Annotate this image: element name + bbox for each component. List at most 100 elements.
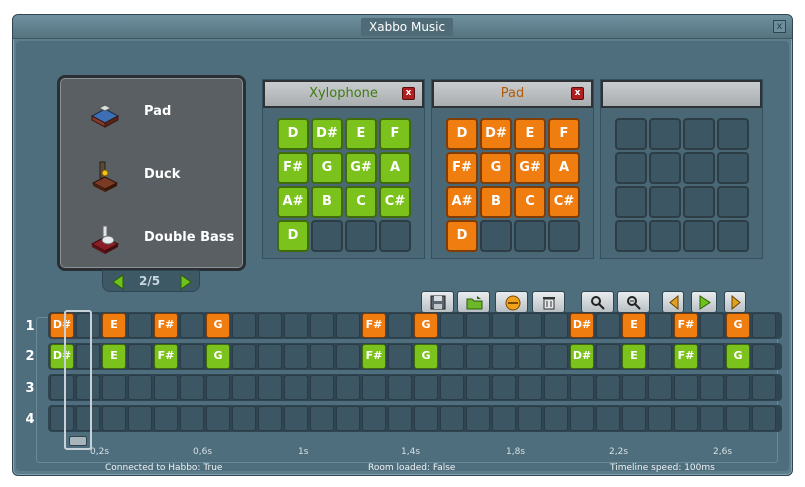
note-key[interactable]: D <box>277 118 309 150</box>
timeline-slot[interactable] <box>466 375 490 400</box>
timeline-note[interactable]: E <box>622 344 646 369</box>
timeline-slot[interactable] <box>128 313 152 338</box>
timeline-slot[interactable] <box>232 344 256 369</box>
timeline-slot[interactable] <box>752 375 776 400</box>
note-key[interactable]: A <box>548 152 580 184</box>
timeline-slot[interactable] <box>206 406 230 431</box>
furni-item-double-bass[interactable]: Double Bass <box>60 214 243 264</box>
timeline-slot[interactable] <box>310 344 334 369</box>
timeline-slot[interactable] <box>388 375 412 400</box>
timeline-slot[interactable] <box>336 375 360 400</box>
note-key[interactable]: D <box>446 118 478 150</box>
save-button[interactable] <box>421 291 454 313</box>
timeline-note[interactable]: G <box>414 344 438 369</box>
timeline-slot[interactable] <box>518 344 542 369</box>
timeline-slot[interactable] <box>388 344 412 369</box>
note-key[interactable]: G# <box>514 152 546 184</box>
track-3[interactable] <box>48 374 782 401</box>
track-4[interactable] <box>48 405 782 432</box>
timeline-slot[interactable] <box>440 406 464 431</box>
clear-button[interactable] <box>495 291 528 313</box>
timeline-slot[interactable] <box>206 375 230 400</box>
timeline-slot[interactable] <box>232 406 256 431</box>
instrument-close-button[interactable]: x <box>402 87 415 100</box>
note-key[interactable]: C <box>514 186 546 218</box>
track-1[interactable]: D# E F# G F# G D# E F# G <box>48 312 782 339</box>
timeline-slot[interactable] <box>284 375 308 400</box>
timeline-slot[interactable] <box>648 375 672 400</box>
zoom-out-button[interactable] <box>581 291 614 313</box>
timeline-slot[interactable] <box>180 406 204 431</box>
timeline-slot[interactable] <box>700 313 724 338</box>
timeline-slot[interactable] <box>674 406 698 431</box>
furni-item-duck[interactable]: Duck <box>60 151 243 201</box>
zoom-in-button[interactable] <box>617 291 650 313</box>
timeline-slot[interactable] <box>440 344 464 369</box>
timeline-slot[interactable] <box>596 344 620 369</box>
note-key[interactable]: F <box>379 118 411 150</box>
note-key[interactable]: F <box>548 118 580 150</box>
note-key[interactable]: B <box>311 186 343 218</box>
timeline-note[interactable]: G <box>206 344 230 369</box>
timeline-slot[interactable] <box>492 313 516 338</box>
note-key[interactable]: B <box>480 186 512 218</box>
timeline-slot[interactable] <box>154 375 178 400</box>
timeline-note[interactable]: G <box>726 313 750 338</box>
playhead[interactable] <box>64 310 92 450</box>
timeline-slot[interactable] <box>128 406 152 431</box>
timeline-slot[interactable] <box>336 406 360 431</box>
timeline-slot[interactable] <box>414 406 438 431</box>
timeline-slot[interactable] <box>700 344 724 369</box>
timeline-slot[interactable] <box>154 406 178 431</box>
timeline-slot[interactable] <box>414 375 438 400</box>
timeline-slot[interactable] <box>310 313 334 338</box>
note-key[interactable]: E <box>514 118 546 150</box>
timeline-slot[interactable] <box>388 406 412 431</box>
timeline-slot[interactable] <box>362 375 386 400</box>
timeline-note[interactable]: F# <box>154 344 178 369</box>
note-key[interactable]: C <box>345 186 377 218</box>
note-key[interactable]: A <box>379 152 411 184</box>
timeline-slot[interactable] <box>102 375 126 400</box>
note-key[interactable]: D# <box>311 118 343 150</box>
timeline-slot[interactable] <box>232 375 256 400</box>
timeline-slot[interactable] <box>258 313 282 338</box>
timeline-slot[interactable] <box>128 375 152 400</box>
timeline-slot[interactable] <box>258 406 282 431</box>
timeline-slot[interactable] <box>648 344 672 369</box>
timeline-note[interactable]: F# <box>362 313 386 338</box>
timeline-note[interactable]: F# <box>674 344 698 369</box>
timeline-note[interactable]: F# <box>154 313 178 338</box>
playhead-handle[interactable] <box>69 436 87 446</box>
timeline-note[interactable]: D# <box>570 313 594 338</box>
timeline-slot[interactable] <box>544 344 568 369</box>
timeline-slot[interactable] <box>622 375 646 400</box>
timeline-note[interactable]: E <box>622 313 646 338</box>
furni-item-pad[interactable]: Pad <box>60 88 243 138</box>
timeline-slot[interactable] <box>128 344 152 369</box>
timeline-slot[interactable] <box>596 375 620 400</box>
timeline-slot[interactable] <box>258 344 282 369</box>
timeline-slot[interactable] <box>336 344 360 369</box>
timeline-note[interactable]: G <box>414 313 438 338</box>
note-key[interactable]: D <box>446 220 478 252</box>
timeline-slot[interactable] <box>336 313 360 338</box>
next-button[interactable] <box>724 291 746 313</box>
next-page-icon[interactable] <box>179 274 193 290</box>
open-button[interactable] <box>457 291 490 313</box>
timeline-slot[interactable] <box>466 406 490 431</box>
note-key[interactable]: E <box>345 118 377 150</box>
timeline-slot[interactable] <box>232 313 256 338</box>
note-key[interactable]: A# <box>277 186 309 218</box>
instrument-close-button[interactable]: x <box>571 87 584 100</box>
timeline-slot[interactable] <box>440 313 464 338</box>
note-key[interactable]: D# <box>480 118 512 150</box>
timeline-slot[interactable] <box>518 375 542 400</box>
note-key[interactable]: C# <box>548 186 580 218</box>
timeline-slot[interactable] <box>596 313 620 338</box>
timeline-note[interactable]: F# <box>362 344 386 369</box>
timeline-slot[interactable] <box>492 344 516 369</box>
note-key[interactable]: G <box>311 152 343 184</box>
timeline-slot[interactable] <box>518 406 542 431</box>
timeline-slot[interactable] <box>570 406 594 431</box>
